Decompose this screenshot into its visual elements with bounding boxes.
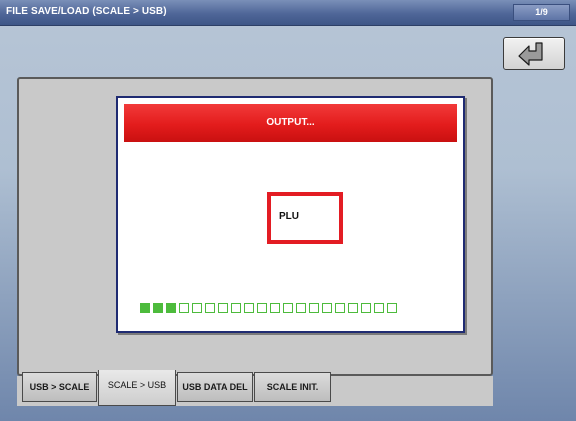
- progress-cell-empty: [179, 303, 189, 313]
- progress-cell-empty: [257, 303, 267, 313]
- tab-label: SCALE > USB: [107, 380, 167, 390]
- progress-cell-empty: [361, 303, 371, 313]
- current-item-label: PLU: [279, 211, 299, 222]
- progress-cell-empty: [322, 303, 332, 313]
- progress-cell-filled: [153, 303, 163, 313]
- progress-cell-empty: [244, 303, 254, 313]
- tab-label: SCALE INIT.: [266, 382, 319, 392]
- progress-cell-filled: [166, 303, 176, 313]
- tab-scale-to-usb[interactable]: SCALE > USB: [98, 370, 176, 406]
- page-indicator: 1/9: [513, 4, 570, 21]
- progress-cell-empty: [218, 303, 228, 313]
- progress-cell-empty: [231, 303, 241, 313]
- page-title: FILE SAVE/LOAD (SCALE > USB): [6, 6, 167, 17]
- progress-cell-empty: [374, 303, 384, 313]
- progress-cell-empty: [205, 303, 215, 313]
- progress-cell-empty: [296, 303, 306, 313]
- progress-cell-filled: [140, 303, 150, 313]
- progress-cell-empty: [283, 303, 293, 313]
- progress-cell-empty: [387, 303, 397, 313]
- back-button[interactable]: [503, 37, 565, 70]
- tab-label: USB > SCALE: [29, 382, 90, 392]
- current-item-box: PLU: [267, 192, 343, 244]
- progress-indicator: [140, 303, 397, 315]
- progress-cell-empty: [335, 303, 345, 313]
- progress-cell-empty: [192, 303, 202, 313]
- return-arrow-icon: [518, 42, 543, 66]
- tab-usb-data-del[interactable]: USB DATA DEL: [177, 372, 253, 402]
- progress-cell-empty: [309, 303, 319, 313]
- screen: FILE SAVE/LOAD (SCALE > USB) 1/9 USB > S…: [0, 0, 576, 421]
- tab-usb-to-scale[interactable]: USB > SCALE: [22, 372, 97, 402]
- tab-label: USB DATA DEL: [182, 382, 248, 392]
- output-dialog: OUTPUT... PLU: [116, 96, 465, 333]
- title-bar: FILE SAVE/LOAD (SCALE > USB) 1/9: [0, 0, 576, 26]
- progress-cell-empty: [348, 303, 358, 313]
- tab-scale-init[interactable]: SCALE INIT.: [254, 372, 331, 402]
- dialog-title: OUTPUT...: [124, 104, 457, 142]
- progress-cell-empty: [270, 303, 280, 313]
